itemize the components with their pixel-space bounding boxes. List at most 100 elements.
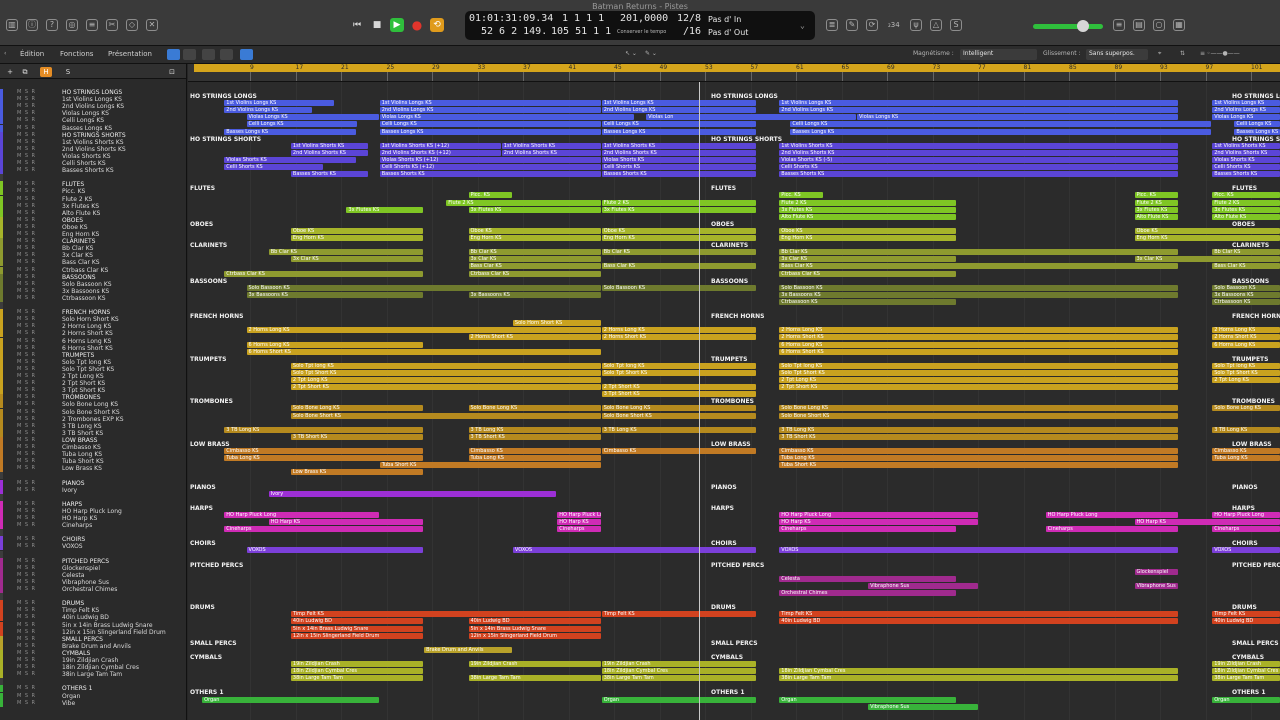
midi-region[interactable]: VOXOS — [779, 547, 1178, 554]
track-header[interactable] — [0, 529, 186, 537]
midi-region[interactable]: Celli Longs KS — [790, 121, 1212, 128]
waveform-zoom-icon[interactable]: ⇅ — [1180, 50, 1185, 57]
midi-region[interactable]: 2 Tpt Short KS — [779, 384, 1178, 391]
midi-region[interactable]: Eng Horn KS — [468, 235, 601, 241]
midi-region[interactable]: Solo Bone Long KS — [468, 405, 601, 412]
mute-solo-record-buttons[interactable]: MSR — [17, 132, 38, 139]
midi-region[interactable]: 2nd Violins Shorts KS (+12) — [379, 149, 501, 156]
midi-region[interactable]: Eng Horn KS — [601, 235, 757, 241]
midi-region[interactable]: Picc. KS — [779, 192, 823, 199]
midi-region[interactable]: Vibraphone Sus — [868, 703, 979, 710]
midi-region[interactable]: 38in Large Tam Tam — [290, 675, 424, 682]
midi-region[interactable]: 19in Zildjian Crash — [468, 661, 601, 667]
midi-region[interactable]: Cineharps — [1045, 526, 1178, 533]
midi-region[interactable]: Basses Longs KS — [1234, 128, 1280, 135]
midi-region[interactable]: 3x Flutes KS — [346, 206, 424, 213]
midi-region[interactable]: Cimbasso KS — [779, 448, 1178, 454]
midi-region[interactable]: Tuba Long KS — [779, 455, 1178, 462]
track-header[interactable]: MSR 2 Horns Short KS — [0, 330, 186, 338]
toolbar-back-icon[interactable]: ‹ — [4, 50, 6, 57]
midi-region[interactable]: Bass Clar KS — [468, 263, 601, 270]
midi-region[interactable]: Cineharps — [1212, 526, 1280, 533]
mute-solo-record-buttons[interactable]: MSR — [17, 103, 38, 110]
midi-region[interactable]: Cineharps — [779, 526, 956, 533]
track-header[interactable]: MSR Cimbasso KS — [0, 444, 186, 451]
inspector-icon[interactable]: ⓘ — [26, 19, 38, 31]
midi-region[interactable]: Celli Shorts KS — [601, 164, 757, 170]
midi-region[interactable]: Solo Tpt long KS — [601, 362, 757, 369]
midi-region[interactable]: HO Harp Pluck Long — [1045, 511, 1178, 518]
mute-solo-record-buttons[interactable]: MSR — [17, 245, 38, 252]
midi-region[interactable]: 3x Bassoons KS — [1212, 291, 1280, 298]
tracks-area[interactable]: HO STRINGS LONGS HO STRINGS LONGS HO STRIN… — [188, 82, 1280, 720]
midi-region[interactable]: HO Harp Pluck Long — [1212, 511, 1280, 518]
mute-solo-record-buttons[interactable]: MSR — [17, 295, 38, 302]
midi-region[interactable]: Violas Shorts KS — [1212, 156, 1280, 163]
midi-region[interactable]: Timp Felt KS — [290, 611, 601, 618]
track-header[interactable]: MSR Ctrbass Clar KS — [0, 266, 186, 274]
midi-region[interactable]: 18in Zildjian Cymbal Cres — [601, 668, 757, 675]
mute-solo-record-buttons[interactable]: MSR — [17, 238, 38, 245]
note-pad-icon[interactable]: ▤ — [1133, 19, 1145, 31]
midi-region[interactable]: Glockenspiel — [1134, 568, 1178, 575]
track-header[interactable]: MSR Flute 2 KS — [0, 195, 186, 203]
mute-solo-record-buttons[interactable]: MSR — [17, 515, 38, 522]
lcd-dropdown-icon[interactable]: ⌄ — [800, 21, 805, 30]
mute-solo-record-buttons[interactable]: MSR — [17, 607, 38, 614]
midi-region[interactable]: Organ — [1212, 696, 1280, 703]
midi-region[interactable]: Celesta — [779, 575, 956, 582]
mute-solo-record-buttons[interactable]: MSR — [17, 288, 38, 295]
master-volume-knob[interactable] — [1077, 20, 1089, 32]
folder-track-header[interactable]: MSR DRUMS — [0, 600, 186, 608]
track-header[interactable] — [0, 302, 186, 309]
magnetism-select[interactable]: Intelligent — [960, 49, 1037, 60]
midi-region[interactable]: Cineharps — [557, 526, 601, 533]
midi-region[interactable]: Ctrbass Clar KS — [468, 270, 601, 277]
midi-region[interactable]: Ctrbassoon KS — [1212, 298, 1280, 305]
track-header[interactable]: MSR Alto Flute KS — [0, 209, 186, 217]
midi-region[interactable]: Bb Clar KS — [779, 249, 1178, 256]
midi-region[interactable]: Solo Bassoon KS — [1212, 284, 1280, 291]
midi-region[interactable]: Violas Shorts KS (+12) — [379, 156, 601, 163]
track-header[interactable]: MSR 3x Flutes KS — [0, 202, 186, 210]
folder-track-header[interactable]: MSR PITCHED PERCS — [0, 557, 186, 565]
help-icon[interactable]: ? — [46, 19, 58, 31]
midi-region[interactable]: 2 Horns Long KS — [779, 327, 1178, 334]
browser-icon[interactable]: ▦ — [1173, 19, 1185, 31]
midi-region[interactable]: 1st Violins Shorts KS — [1212, 142, 1280, 149]
midi-region[interactable]: Ctrbass Clar KS — [779, 270, 956, 277]
midi-region[interactable]: 3 TB Long KS — [224, 426, 424, 433]
midi-region[interactable]: Tuba Long KS — [224, 455, 424, 462]
track-header[interactable]: MSR 2nd Violins Longs KS — [0, 103, 186, 111]
mute-solo-record-buttons[interactable]: MSR — [17, 352, 38, 359]
mute-solo-record-buttons[interactable]: MSR — [17, 465, 38, 472]
midi-region[interactable]: 3x Clar KS — [1134, 256, 1280, 263]
mute-solo-record-buttons[interactable]: MSR — [17, 252, 38, 259]
midi-region[interactable]: Violas Lon — [646, 114, 856, 121]
midi-region[interactable]: 2 Horns Long KS — [246, 327, 601, 334]
count-in-icon[interactable]: △ — [930, 19, 942, 31]
midi-region[interactable]: HO Harp Pluck Long — [224, 511, 379, 518]
track-header[interactable]: MSR Violas Longs KS — [0, 110, 186, 118]
midi-region[interactable]: 19in Zildjian Crash — [601, 661, 757, 667]
midi-region[interactable]: Organ — [202, 696, 379, 703]
track-header[interactable]: MSR Solo Tpt long KS — [0, 358, 186, 366]
mute-solo-record-buttons[interactable]: MSR — [17, 96, 38, 103]
midi-region[interactable]: Tuba Short KS — [379, 462, 601, 469]
midi-region[interactable]: Picc. KS — [1134, 192, 1178, 199]
midi-region[interactable]: Basses Shorts KS — [379, 171, 601, 178]
midi-region[interactable]: Ctrbass Clar KS — [224, 270, 424, 277]
mute-solo-record-buttons[interactable]: MSR — [17, 543, 38, 550]
midi-region[interactable]: Bb Clar KS — [601, 249, 757, 256]
mute-solo-record-buttons[interactable]: MSR — [17, 366, 38, 373]
mute-solo-record-buttons[interactable]: MSR — [17, 416, 38, 423]
folder-track-header[interactable]: MSR BASSOONS — [0, 273, 186, 281]
midi-region[interactable]: Solo Bone Long KS — [1212, 405, 1280, 412]
folder-track-header[interactable]: MSR PIANOS — [0, 479, 186, 487]
midi-region[interactable]: Solo Bone Short KS — [290, 412, 601, 419]
record-icon[interactable]: ● — [410, 18, 424, 32]
notes-icon[interactable]: ✎ — [846, 19, 858, 31]
mute-solo-record-buttons[interactable]: MSR — [17, 387, 38, 394]
midi-region[interactable]: 5in x 14in Brass Ludwig Snare — [468, 625, 601, 632]
track-header[interactable]: MSR Oboe KS — [0, 223, 186, 231]
